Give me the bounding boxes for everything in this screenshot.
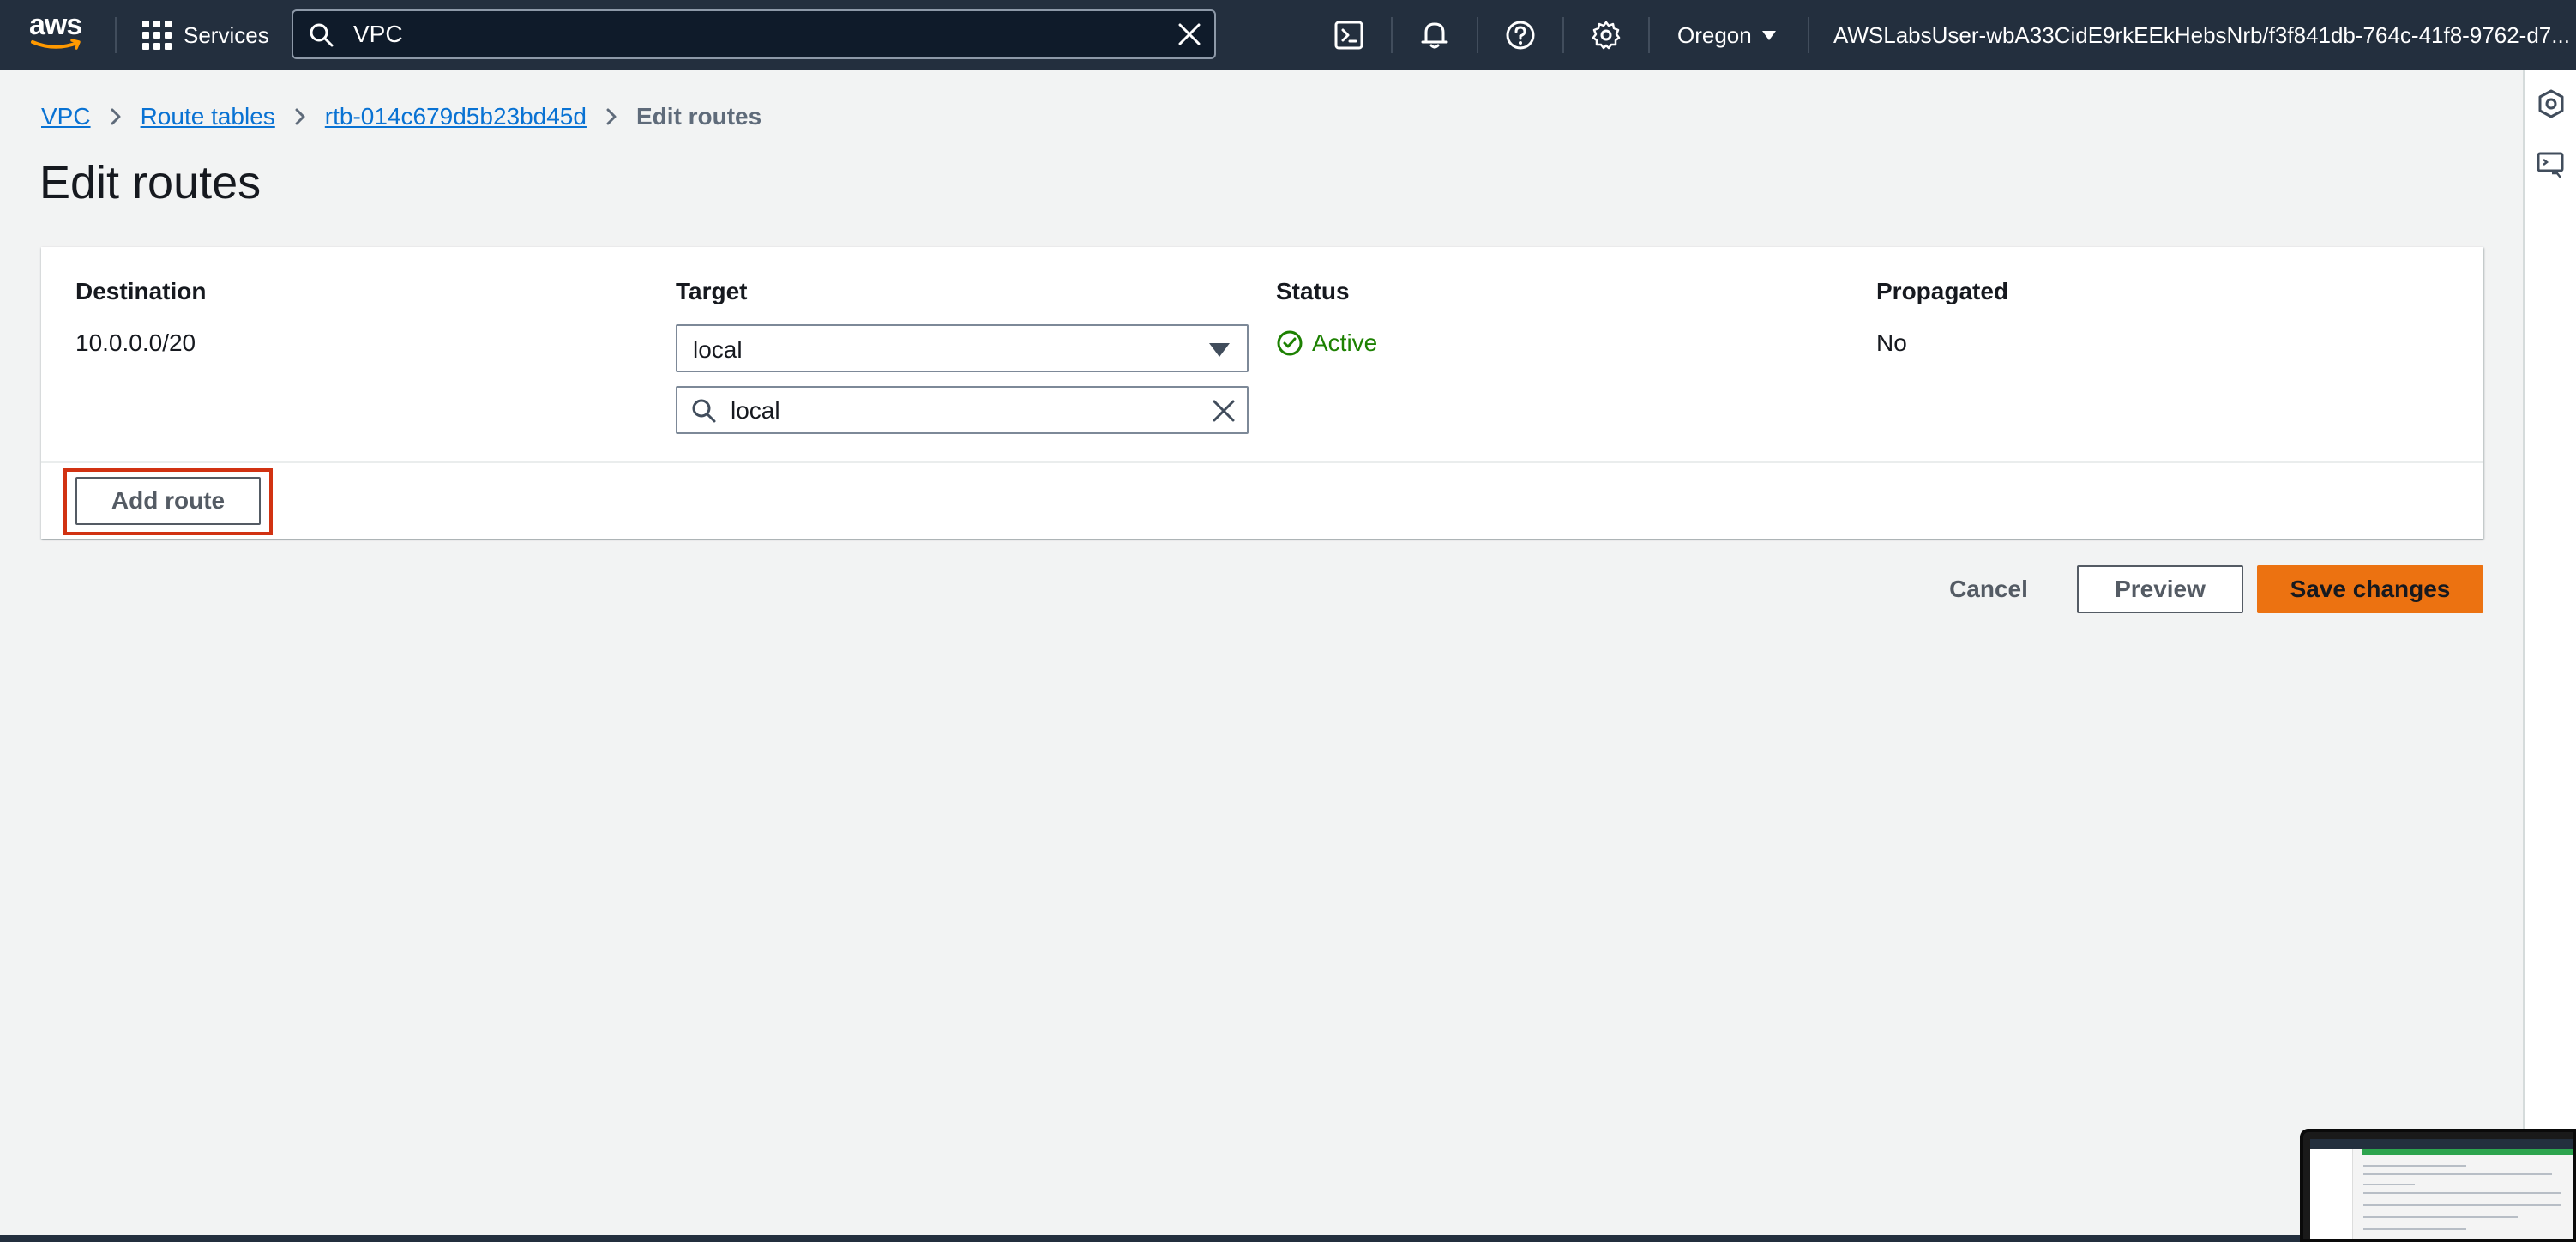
hexagon-info-icon[interactable] [2535,87,2567,120]
thumbnail-screen [2310,1139,2573,1239]
routes-panel: Destination Target Status Propagated 10.… [41,247,2483,539]
check-circle-icon [1277,330,1303,356]
add-route-button[interactable]: Add route [75,477,261,525]
nav-divider [1808,17,1809,53]
feedback-icon[interactable] [2535,149,2567,182]
chevron-down-icon [1761,30,1776,40]
preview-button[interactable]: Preview [2077,565,2243,613]
close-icon[interactable] [1211,398,1237,424]
target-filter[interactable] [676,386,1249,434]
settings-button[interactable] [1588,17,1624,53]
screen-thumbnail [2300,1129,2576,1242]
account-menu[interactable]: AWSLabsUser-wbA33CidE9rkEEkHebsNrb/f3f84… [1833,19,2576,51]
search-icon [310,23,334,47]
breadcrumb-link-vpc[interactable]: VPC [41,103,91,130]
nav-divider [115,17,117,53]
target-select[interactable]: local [676,324,1249,372]
nav-divider [1648,17,1650,53]
nav-divider [1391,17,1393,53]
help-button[interactable] [1502,17,1538,53]
region-label: Oregon [1677,21,1752,48]
target-select-value: local [693,336,743,363]
utility-rail [2523,70,2576,1242]
route-status-label: Active [1312,329,1378,356]
save-changes-button[interactable]: Save changes [2257,565,2483,613]
region-selector[interactable]: Oregon [1677,19,1776,51]
search-input[interactable] [353,18,1125,51]
column-header-target: Target [676,278,748,304]
column-header-status: Status [1276,278,1350,304]
bottom-strip [0,1235,2300,1242]
close-icon[interactable] [1177,21,1202,47]
breadcrumb: VPC Route tables rtb-014c679d5b23bd45d E… [41,101,761,132]
help-icon [1506,21,1535,50]
services-label: Services [184,21,269,48]
global-search[interactable] [292,9,1216,59]
gear-icon [1592,21,1621,50]
caret-down-icon [1209,343,1230,357]
nav-divider [1477,17,1478,53]
cloudshell-button[interactable] [1331,17,1367,53]
notifications-button[interactable] [1417,17,1453,53]
column-header-destination: Destination [75,278,207,304]
terminal-icon [1334,21,1363,50]
nav-divider [1562,17,1564,53]
aws-logo-text: aws [29,9,82,41]
column-header-propagated: Propagated [1876,278,2009,304]
route-destination: 10.0.0.0/20 [75,329,196,356]
services-menu-button[interactable]: Services [142,17,269,53]
chevron-right-icon [110,107,122,126]
top-navigation: aws Services VPC Oregon AWSLabsUser-wbA3… [0,0,2576,70]
bell-icon [1421,22,1448,49]
route-propagated: No [1876,329,1907,356]
aws-smile-icon [31,39,81,50]
chevron-right-icon [605,107,617,126]
grid-icon [142,21,172,50]
breadcrumb-current: Edit routes [635,103,762,130]
target-filter-input[interactable] [731,395,1194,426]
search-icon [692,399,716,423]
account-label: AWSLabsUser-wbA33CidE9rkEEkHebsNrb/f3f84… [1833,21,2570,48]
chevron-right-icon [294,107,306,126]
breadcrumb-link-route-table-id[interactable]: rtb-014c679d5b23bd45d [325,103,587,130]
aws-logo[interactable]: aws [29,10,86,55]
page-title: Edit routes [39,157,262,208]
breadcrumb-link-route-tables[interactable]: Route tables [141,103,275,130]
cancel-button[interactable]: Cancel [1935,565,2043,613]
panel-divider [41,461,2483,463]
route-status: Active [1276,329,1377,357]
